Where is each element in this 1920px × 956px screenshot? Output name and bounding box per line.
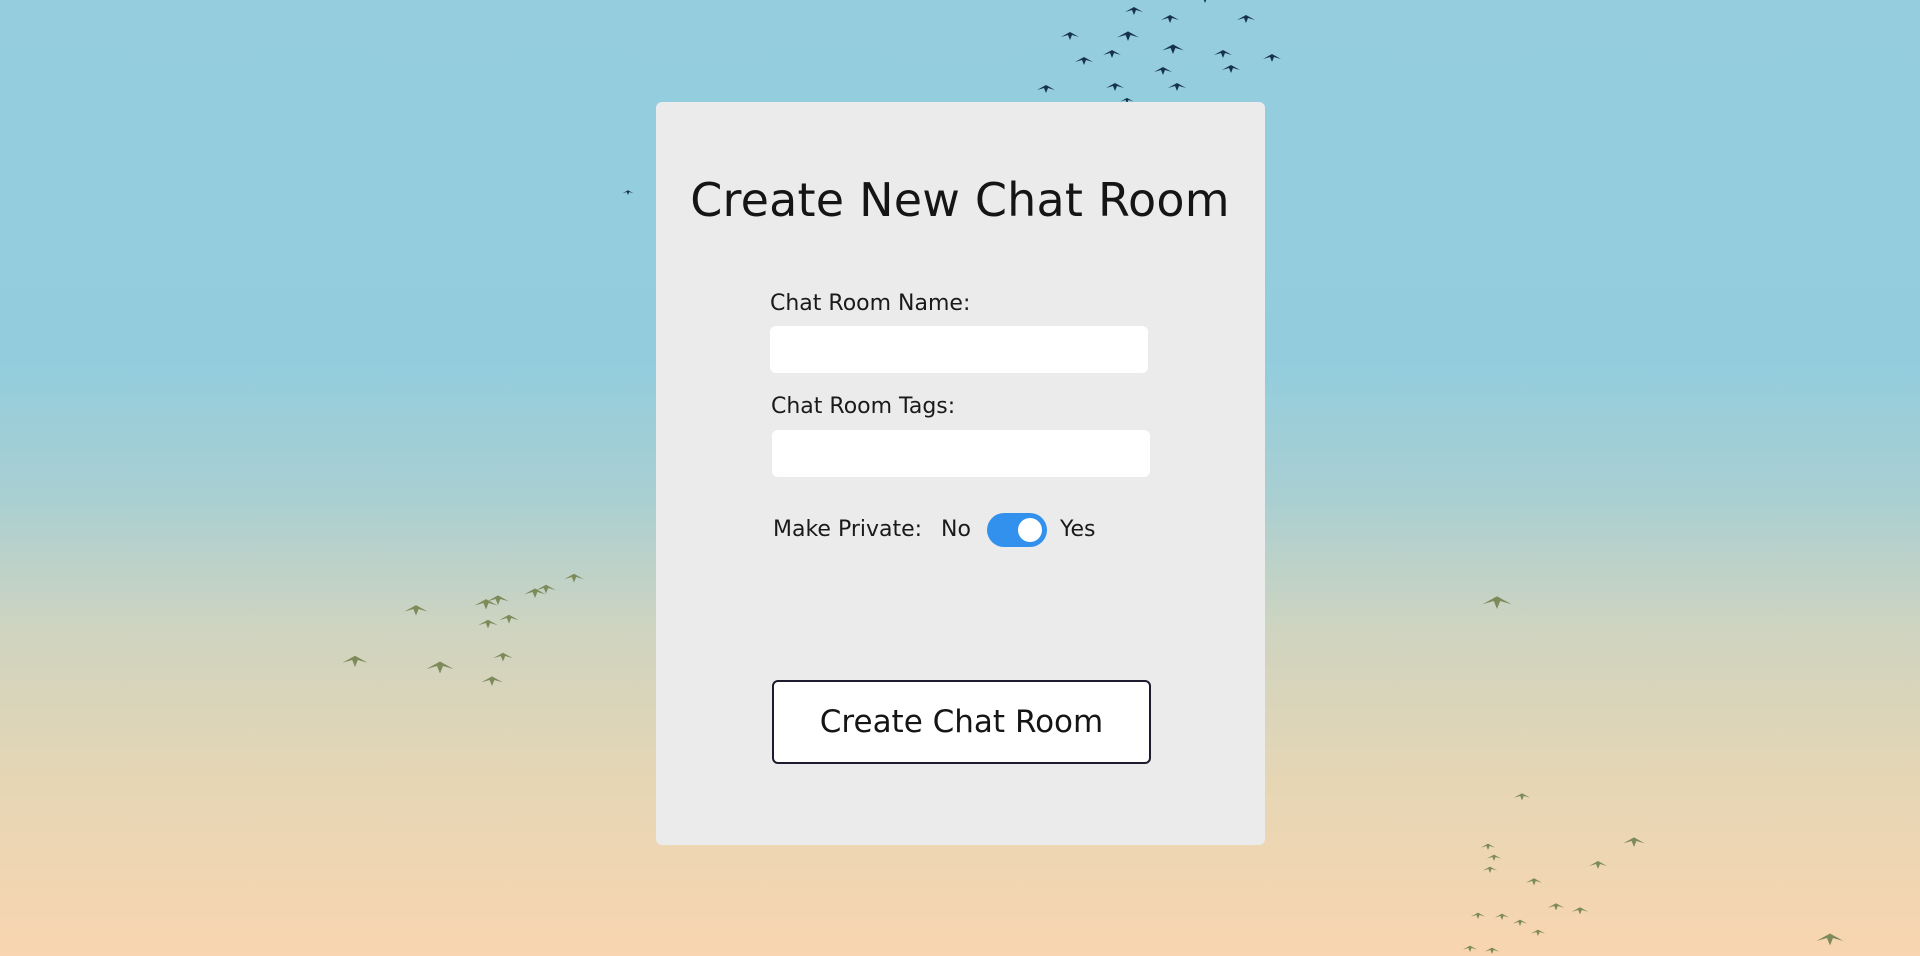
make-private-label: Make Private:	[773, 517, 923, 542]
chat-room-tags-label: Chat Room Tags:	[771, 394, 956, 419]
private-no-label: No	[941, 517, 971, 542]
chat-room-name-input[interactable]	[770, 326, 1148, 373]
toggle-knob	[1018, 518, 1042, 542]
chat-room-tags-input[interactable]	[772, 430, 1150, 477]
page-title: Create New Chat Room	[690, 173, 1230, 227]
create-chat-room-button[interactable]: Create Chat Room	[772, 680, 1151, 764]
make-private-toggle[interactable]	[987, 513, 1047, 547]
chat-room-name-label: Chat Room Name:	[770, 291, 971, 316]
private-yes-label: Yes	[1060, 517, 1096, 542]
green-flock-right	[1462, 793, 1844, 954]
